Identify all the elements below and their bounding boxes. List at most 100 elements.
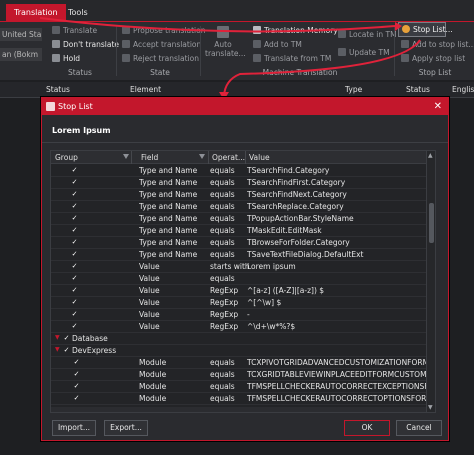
col-separator[interactable] [208, 151, 209, 164]
mt-group-label: Machine Translation [262, 68, 338, 77]
grid-col-status-2[interactable]: Status [406, 85, 430, 94]
checkbox[interactable]: ✓ [73, 395, 80, 402]
table-row[interactable]: ✓ Value equals [51, 273, 427, 285]
checkbox[interactable]: ✓ [71, 287, 78, 294]
checkbox[interactable]: ✓ [71, 275, 78, 282]
checkbox[interactable]: ✓ [63, 335, 70, 342]
vertical-scrollbar[interactable]: ▲ ▼ [426, 151, 435, 412]
tab-tools[interactable]: Tools [60, 4, 96, 22]
update-tm-button[interactable]: Update TM [338, 48, 390, 57]
scroll-up-icon[interactable]: ▲ [428, 152, 433, 159]
grid-col-type[interactable]: Type [345, 85, 362, 94]
table-row[interactable]: ✓ Value RegExp ^[a-z] ([A-Z]|[a-z]) $ [51, 285, 427, 297]
table-row[interactable]: ✓ Module equals TCXPIVOTGRIDADVANCEDCUSTOMI… [51, 357, 427, 369]
checkbox[interactable]: ✓ [71, 227, 78, 234]
checkbox[interactable]: ✓ [73, 383, 80, 390]
checkbox[interactable]: ✓ [73, 359, 80, 366]
col-group[interactable]: Group [55, 153, 78, 162]
field-cell: Value [139, 310, 160, 319]
value-cell: TSearchFind.Category [247, 166, 330, 175]
checkbox[interactable]: ✓ [71, 323, 78, 330]
horizontal-scrollbar[interactable] [51, 407, 427, 412]
table-row[interactable]: ✓ Type and Name equals TBrowseForFolder.Cat… [51, 237, 427, 249]
field-cell: Type and Name [139, 250, 198, 259]
checkbox[interactable]: ✓ [71, 179, 78, 186]
add-to-tm-button[interactable]: Add to TM [253, 40, 302, 49]
operator-cell: equals [210, 394, 235, 403]
ribbon-separator [200, 26, 201, 76]
checkbox[interactable]: ✓ [71, 215, 78, 222]
ok-button[interactable]: OK [344, 420, 390, 436]
translate-from-tm-button[interactable]: Translate from TM [253, 54, 331, 63]
propose-label: Propose translation [133, 26, 206, 35]
table-row[interactable]: ✓ Value RegExp ^[^\w] $ [51, 297, 427, 309]
col-separator[interactable] [131, 151, 132, 164]
checkbox[interactable]: ✓ [73, 371, 80, 378]
field-cell: Module [139, 370, 167, 379]
table-row[interactable]: ✓ Value starts with Lorem ipsum [51, 261, 427, 273]
table-row[interactable]: ✓ Module equals TFMSPELLCHECKERAUTOCORRECTO… [51, 393, 427, 405]
propose-translation-button[interactable]: Propose translation [122, 26, 205, 35]
table-row[interactable]: ✓ Type and Name equals TMaskEdit.EditMask [51, 225, 427, 237]
checkbox[interactable]: ✓ [71, 167, 78, 174]
scroll-down-icon[interactable]: ▼ [428, 404, 433, 411]
filter-icon[interactable] [123, 154, 129, 159]
col-separator[interactable] [245, 151, 246, 164]
filter-icon[interactable] [199, 154, 205, 159]
table-row[interactable]: ✓ Type and Name equals TSaveTextFileDialog.… [51, 249, 427, 261]
hold-button[interactable]: Hold [52, 54, 80, 63]
auto-translate-button[interactable]: Auto translate... [205, 26, 246, 58]
checkbox[interactable]: ✓ [71, 239, 78, 246]
accept-translation-button[interactable]: Accept translation [122, 40, 201, 49]
table-row[interactable]: ✓ Value RegExp - [51, 309, 427, 321]
value-cell: TBrowseForFolder.Category [247, 238, 350, 247]
auto-translate-icon [217, 26, 229, 38]
tab-translation[interactable]: Translation [6, 4, 66, 22]
value-cell: TFMSPELLCHECKERAUTOCORRECTOPTIONSFORM [247, 394, 427, 403]
group-row[interactable]: ▼ ✓ DevExpress [51, 345, 427, 357]
checkbox[interactable]: ✓ [71, 263, 78, 270]
table-row[interactable]: ✓ Type and Name equals TPopupActionBar.Styl… [51, 213, 427, 225]
table-row[interactable]: ✓ Type and Name equals TSearchFindNext.Cate… [51, 189, 427, 201]
grid-col-status[interactable]: Status [46, 85, 70, 94]
checkbox[interactable]: ✓ [63, 347, 70, 354]
table-row[interactable]: ✓ Module equals TCXGRIDTABLEVIEWINPLACEEDIT… [51, 369, 427, 381]
dialog-title-bar: Stop List ✕ [42, 98, 448, 115]
group-row[interactable]: ▼ ✓ Database [51, 333, 427, 345]
table-row[interactable]: ✓ Type and Name equals TSearchFind.Category [51, 165, 427, 177]
operator-cell: equals [210, 238, 235, 247]
table-row[interactable]: ✓ Value RegExp ^\d+\w*%?$ [51, 321, 427, 333]
grid-col-english[interactable]: English [452, 85, 474, 94]
ribbon-separator [116, 26, 117, 76]
target-language-field[interactable]: an (Bokm [0, 48, 42, 61]
locate-in-tm-button[interactable]: Locate in TM [338, 30, 397, 39]
table-row[interactable]: ✓ Module equals TFMSPELLCHECKERAUTOCORRECTE… [51, 381, 427, 393]
stop-list-button[interactable]: Stop List... [398, 22, 453, 37]
table-row[interactable]: ✓ Type and Name equals TSearchFindFirst.Cat… [51, 177, 427, 189]
translation-memory-button[interactable]: Translation Memory [253, 26, 338, 35]
col-operator[interactable]: Operat... [212, 153, 245, 162]
col-value[interactable]: Value [249, 153, 270, 162]
checkbox[interactable]: ✓ [71, 251, 78, 258]
add-to-stop-list-button[interactable]: Add to stop list... [401, 40, 474, 49]
source-language-field[interactable]: United Sta [0, 28, 42, 41]
reject-translation-button[interactable]: Reject translation [122, 54, 199, 63]
export-button[interactable]: Export... [104, 420, 148, 436]
close-icon[interactable]: ✕ [434, 98, 442, 115]
checkbox[interactable]: ✓ [71, 311, 78, 318]
operator-cell: equals [210, 202, 235, 211]
table-row[interactable]: ✓ Type and Name equals TSearchReplace.Categ… [51, 201, 427, 213]
checkbox[interactable]: ✓ [71, 299, 78, 306]
import-button[interactable]: Import... [52, 420, 96, 436]
checkbox[interactable]: ✓ [71, 203, 78, 210]
grid-col-element[interactable]: Element [130, 85, 161, 94]
cancel-button[interactable]: Cancel [396, 420, 442, 436]
checkbox[interactable]: ✓ [71, 191, 78, 198]
scrollbar-thumb[interactable] [429, 203, 434, 243]
col-field[interactable]: Field [141, 153, 158, 162]
expand-icon[interactable]: ▼ [55, 346, 60, 353]
dont-translate-button[interactable]: Don't translate [52, 40, 119, 49]
translate-button[interactable]: Translate [52, 26, 97, 35]
expand-icon[interactable]: ▼ [55, 334, 60, 341]
apply-stop-list-button[interactable]: Apply stop list [401, 54, 465, 63]
